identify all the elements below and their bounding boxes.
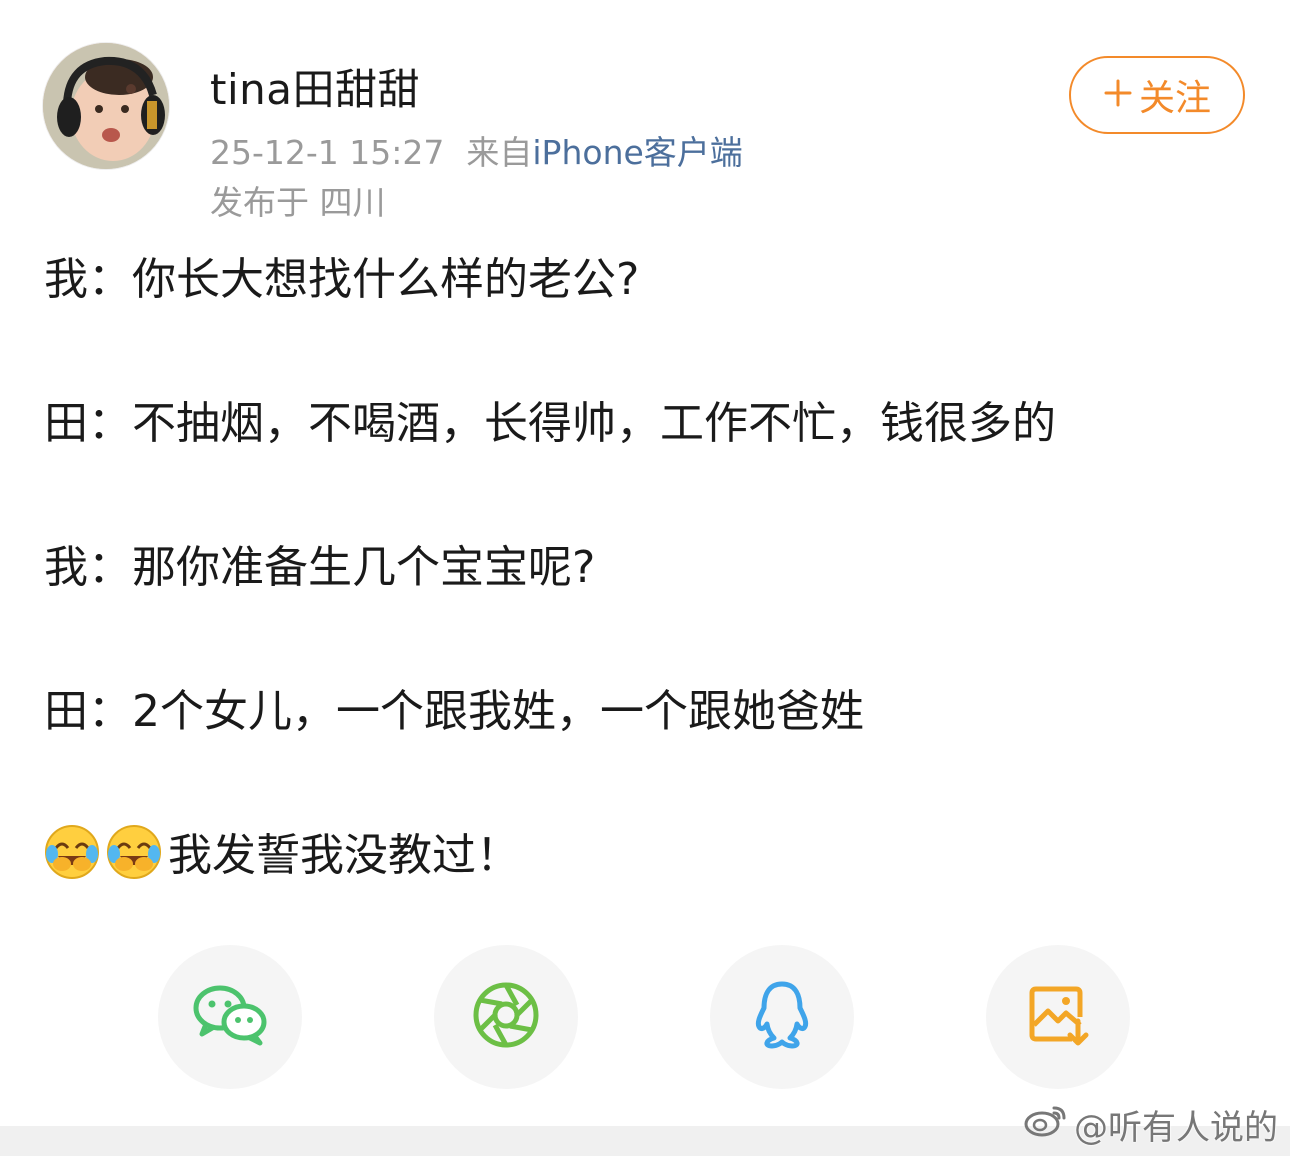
watermark: @听有人说的 — [1024, 1100, 1278, 1149]
follow-label: 关注 — [1138, 78, 1211, 119]
post-timestamp: 25-12-1 15:27 — [210, 133, 445, 172]
post-line: 我：你长大想找什么样的老公? — [44, 254, 640, 305]
laugh-cry-emoji-icon — [106, 824, 162, 880]
post-line: 田：2个女儿，一个跟我姓，一个跟她爸姓 — [44, 686, 864, 737]
plus-icon — [1103, 75, 1133, 115]
author-name[interactable]: tina田甜甜 — [210, 56, 420, 117]
save-image-button[interactable] — [986, 945, 1130, 1089]
post-location: 发布于 四川 — [210, 183, 386, 222]
post-meta: 25-12-1 15:27 来自iPhone客户端 — [210, 126, 743, 174]
source-prefix: 来自 — [466, 133, 533, 172]
post-content: 我：你长大想找什么样的老公? 田：不抽烟，不喝酒，长得帅，工作不忙，钱很多的 我… — [44, 248, 1254, 888]
wechat-icon — [192, 984, 268, 1050]
share-wechat-button[interactable] — [158, 945, 302, 1089]
avatar[interactable] — [42, 42, 170, 170]
post-line: 我：那你准备生几个宝宝呢? — [44, 542, 596, 593]
post-last-line: 我发誓我没教过！ — [44, 824, 1254, 888]
share-moments-button[interactable] — [434, 945, 578, 1089]
qq-icon — [750, 980, 814, 1054]
moments-icon — [472, 981, 540, 1053]
source-link[interactable]: iPhone客户端 — [532, 133, 742, 172]
watermark-text: @听有人说的 — [1074, 1108, 1278, 1148]
post-line: 田：不抽烟，不喝酒，长得帅，工作不忙，钱很多的 — [44, 398, 1056, 449]
follow-button[interactable]: 关注 — [1069, 56, 1245, 134]
weibo-logo-icon — [1024, 1102, 1068, 1147]
share-bar — [158, 945, 1130, 1089]
save-image-icon — [1026, 983, 1090, 1051]
share-qq-button[interactable] — [710, 945, 854, 1089]
post-last-text: 我发誓我没教过！ — [168, 830, 520, 881]
laugh-cry-emoji-icon — [44, 824, 100, 880]
